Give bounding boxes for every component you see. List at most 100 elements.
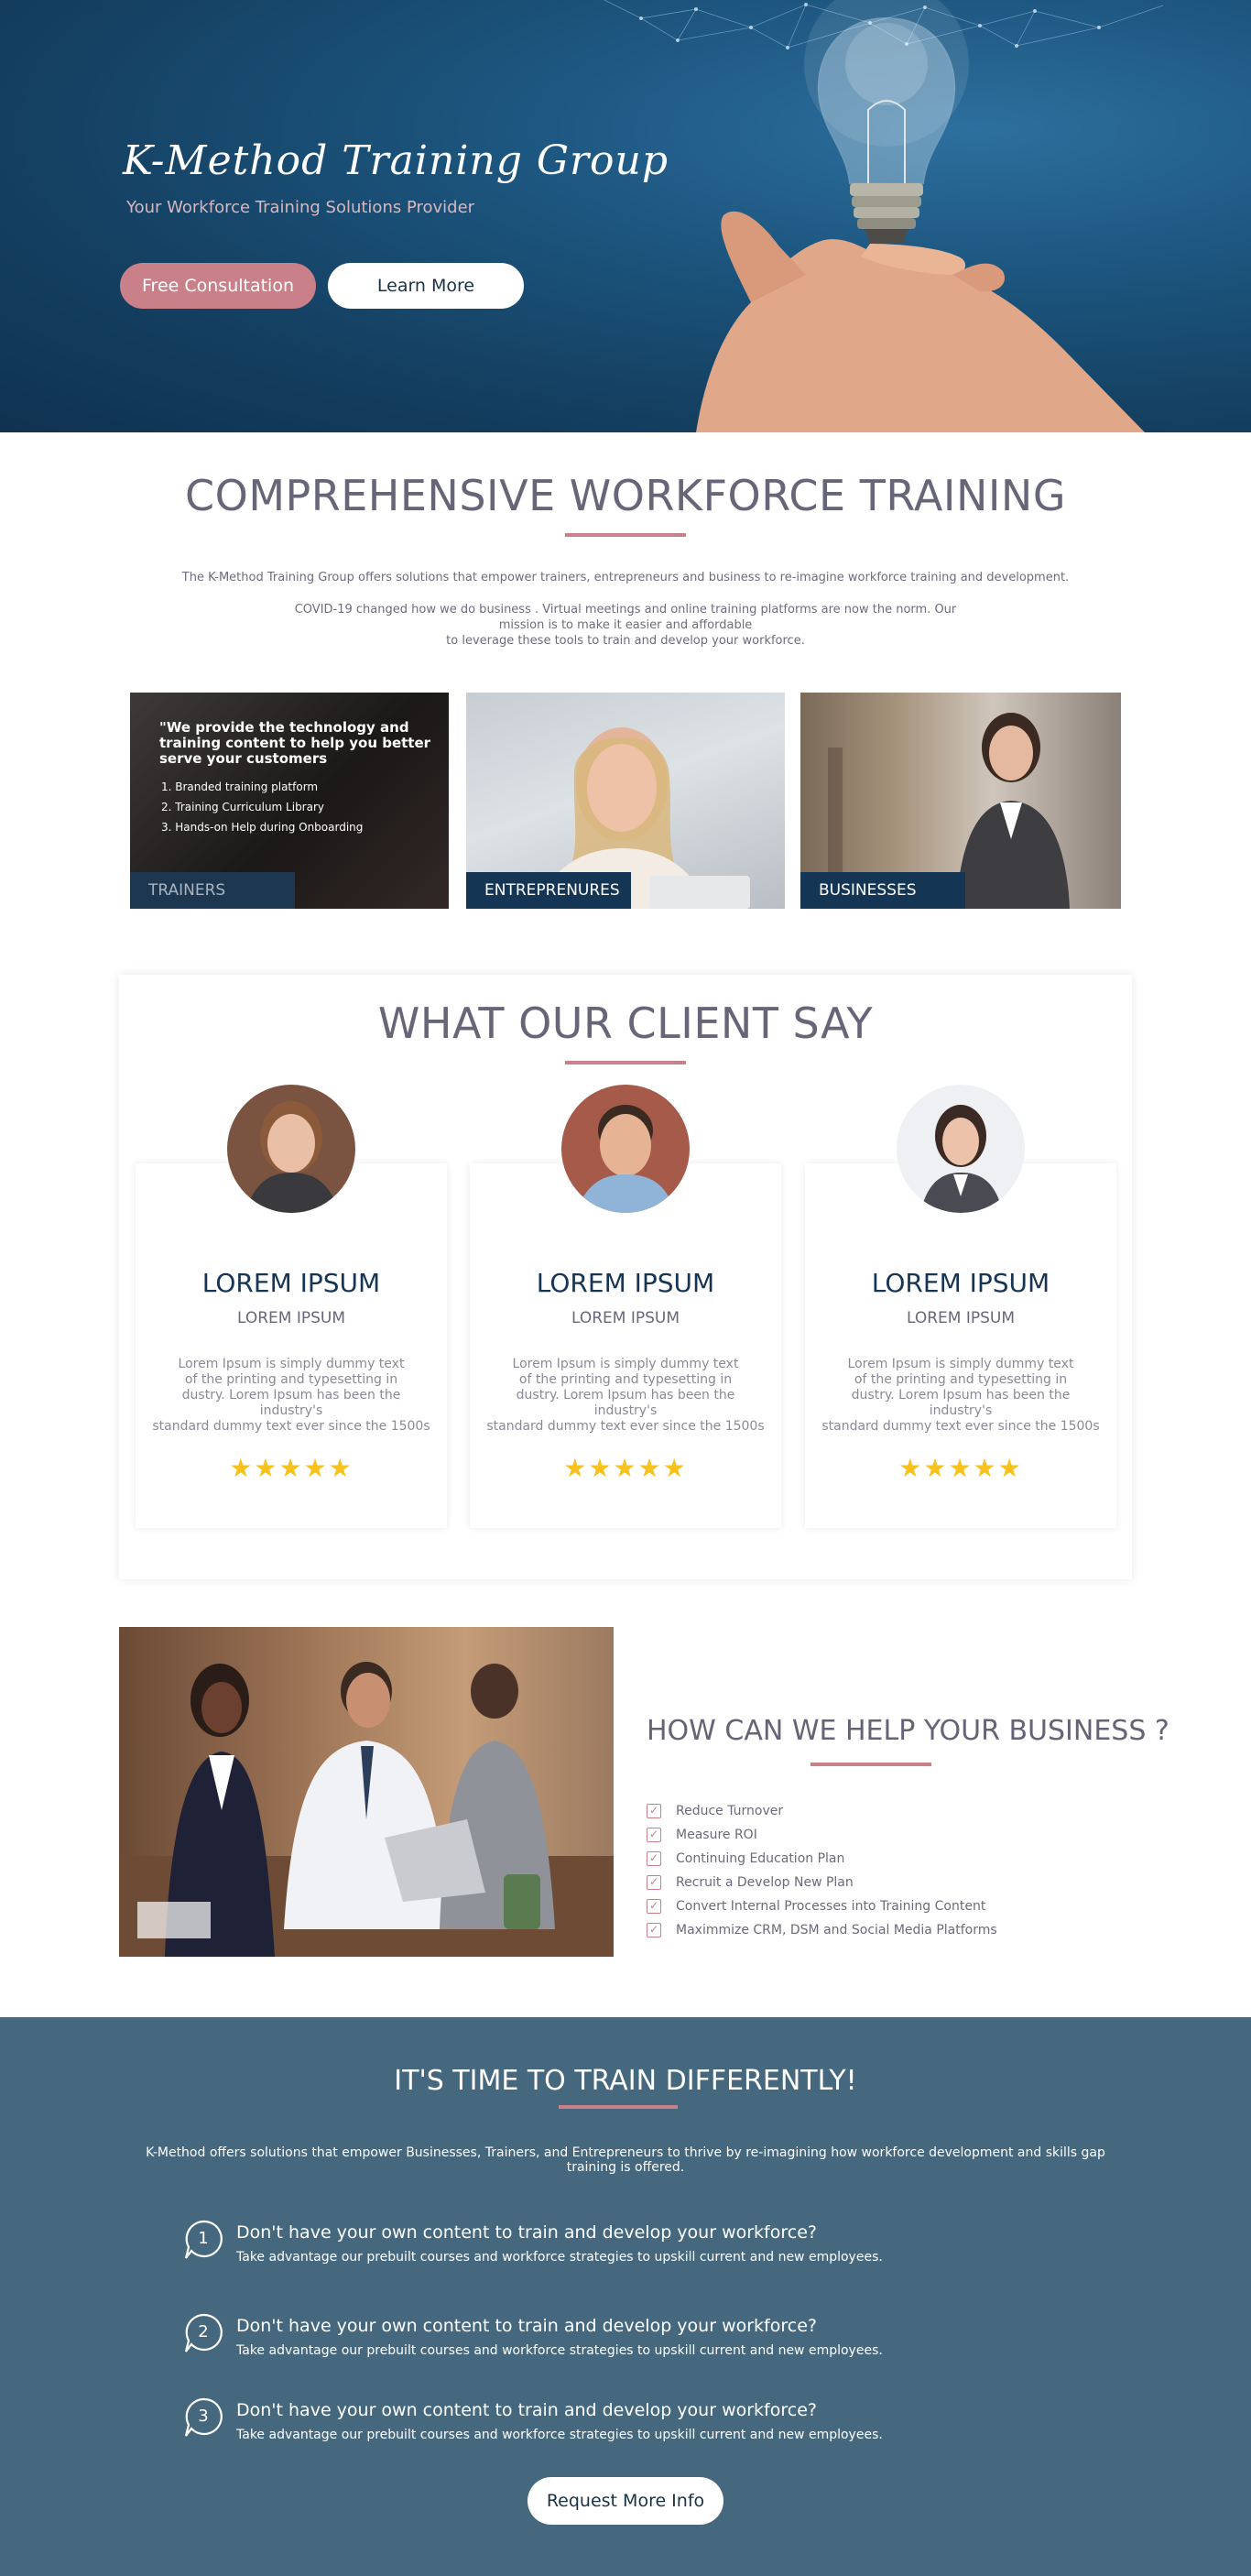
testimonial-text: Lorem Ipsum is simply dummy text of the …: [149, 1357, 433, 1435]
testimonial-line: dustry. Lorem Ipsum has been the industr…: [516, 1388, 735, 1418]
help-list-item: ✓ Measure ROI: [647, 1823, 997, 1847]
entreprenures-card[interactable]: ENTREPRENURES: [466, 693, 785, 909]
testimonial-role: LOREM IPSUM: [906, 1309, 1016, 1327]
check-icon: ✓: [647, 1828, 661, 1842]
avatar: [561, 1085, 690, 1213]
title-underline: [810, 1763, 931, 1766]
check-icon: ✓: [647, 1923, 661, 1937]
title-underline: [565, 533, 686, 537]
testimonial-card: LOREM IPSUM LOREM IPSUM Lorem Ipsum is s…: [805, 1085, 1116, 1528]
train-description: K-Method offers solutions that empower B…: [137, 2145, 1114, 2175]
help-item-label: Convert Internal Processes into Training…: [676, 1899, 986, 1914]
trainers-card[interactable]: "We provide the technology and training …: [130, 693, 449, 909]
free-consultation-button[interactable]: Free Consultation: [120, 263, 316, 309]
trainers-list-item: 1. Branded training platform: [161, 780, 319, 793]
testimonials-section: WHAT OUR CLIENT SAY LOREM IPSUM LOREM IP…: [119, 975, 1132, 1579]
help-item-label: Maximmize CRM, DSM and Social Media Plat…: [676, 1923, 997, 1937]
train-question: Don't have your own content to train and…: [236, 2222, 817, 2243]
trainers-list: 1. Branded training platform 2. Training…: [161, 780, 363, 841]
item-number: 3: [198, 2407, 209, 2426]
lightbulb-icon: [817, 16, 956, 244]
testimonial-line: of the printing and typesetting in: [518, 1372, 733, 1387]
star-rating: ★★★★★: [563, 1453, 688, 1483]
help-title: HOW CAN WE HELP YOUR BUSINESS ?: [647, 1715, 1169, 1747]
testimonial-line: Lorem Ipsum is simply dummy text: [847, 1357, 1074, 1371]
train-differently-section: IT'S TIME TO TRAIN DIFFERENTLY! K-Method…: [0, 2017, 1251, 2576]
testimonial-line: standard dummy text ever since the 1500s: [821, 1419, 1100, 1434]
testimonial-card: LOREM IPSUM LOREM IPSUM Lorem Ipsum is s…: [470, 1085, 781, 1528]
help-list-item: ✓ Maximmize CRM, DSM and Social Media Pla…: [647, 1918, 997, 1942]
testimonial-line: of the printing and typesetting in: [854, 1372, 1068, 1387]
avatar: [897, 1085, 1025, 1213]
entreprenures-label: ENTREPRENURES: [466, 872, 631, 909]
help-list: ✓ Reduce Turnover ✓ Measure ROI ✓ Continuin…: [647, 1799, 997, 1942]
hero-banner: K-Method Training Group Your Workforce T…: [0, 0, 1251, 432]
testimonial-line: Lorem Ipsum is simply dummy text: [178, 1357, 405, 1371]
hand-graphic: [696, 211, 1145, 432]
star-rating: ★★★★★: [229, 1453, 354, 1483]
trainers-label: TRAINERS: [130, 872, 295, 909]
check-icon: ✓: [647, 1875, 661, 1890]
testimonial-card: LOREM IPSUM LOREM IPSUM Lorem Ipsum is s…: [136, 1085, 447, 1528]
mission-line-1: COVID-19 changed how we do business . Vi…: [294, 603, 957, 632]
trainers-list-item: 2. Training Curriculum Library: [161, 801, 325, 813]
comprehensive-title: COMPREHENSIVE WORKFORCE TRAINING: [185, 471, 1066, 520]
check-icon: ✓: [647, 1804, 661, 1818]
train-question: Don't have your own content to train and…: [236, 2316, 817, 2336]
testimonial-text: Lorem Ipsum is simply dummy text of the …: [819, 1357, 1103, 1435]
help-item-label: Reduce Turnover: [676, 1804, 784, 1818]
hero-subtitle: Your Workforce Training Solutions Provid…: [126, 198, 475, 217]
audience-cards: "We provide the technology and training …: [0, 693, 1251, 909]
trainers-list-item: 3. Hands-on Help during Onboarding: [161, 821, 364, 834]
star-rating: ★★★★★: [898, 1453, 1023, 1483]
comprehensive-section: COMPREHENSIVE WORKFORCE TRAINING The K-M…: [0, 432, 1251, 909]
train-title: IT'S TIME TO TRAIN DIFFERENTLY!: [394, 2065, 857, 2097]
check-icon: ✓: [647, 1899, 661, 1914]
testimonial-line: Lorem Ipsum is simply dummy text: [512, 1357, 739, 1371]
speech-bubble-icon: 3: [183, 2396, 225, 2439]
check-icon: ✓: [647, 1851, 661, 1866]
title-underline: [565, 1061, 686, 1064]
testimonial-line: of the printing and typesetting in: [184, 1372, 398, 1387]
testimonials-title: WHAT OUR CLIENT SAY: [377, 999, 874, 1048]
testimonial-name: LOREM IPSUM: [871, 1268, 1050, 1298]
trainers-quote: "We provide the technology and training …: [159, 719, 431, 767]
comprehensive-mission: COVID-19 changed how we do business . Vi…: [0, 602, 1251, 649]
testimonial-text: Lorem Ipsum is simply dummy text of the …: [484, 1357, 767, 1435]
testimonial-line: standard dummy text ever since the 1500s: [152, 1419, 430, 1434]
train-description-line: K-Method offers solutions that empower B…: [146, 2145, 1105, 2160]
train-answer: Take advantage our prebuilt courses and …: [236, 2428, 883, 2442]
help-section: HOW CAN WE HELP YOUR BUSINESS ? ✓ Reduce …: [0, 1579, 1251, 2017]
title-underline: [559, 2105, 678, 2109]
testimonial-role: LOREM IPSUM: [571, 1309, 680, 1327]
businesses-card[interactable]: BUSINESSES: [800, 693, 1121, 909]
business-meeting-photo: [119, 1627, 614, 1957]
help-item-label: Continuing Education Plan: [676, 1851, 845, 1866]
help-list-item: ✓ Reduce Turnover: [647, 1799, 997, 1823]
item-number: 2: [198, 2322, 209, 2341]
train-description-line: training is offered.: [566, 2160, 685, 2175]
help-item-label: Recruit a Develop New Plan: [676, 1875, 854, 1890]
avatar: [227, 1085, 355, 1213]
testimonial-name: LOREM IPSUM: [201, 1268, 381, 1298]
help-list-item: ✓ Recruit a Develop New Plan: [647, 1871, 997, 1894]
testimonial-name: LOREM IPSUM: [536, 1268, 715, 1298]
help-list-item: ✓ Convert Internal Processes into Trainin…: [647, 1894, 997, 1918]
request-more-info-button[interactable]: Request More Info: [528, 2477, 723, 2525]
mission-line-2: to leverage these tools to train and dev…: [446, 634, 805, 648]
speech-bubble-icon: 1: [183, 2219, 225, 2261]
train-answer: Take advantage our prebuilt courses and …: [236, 2250, 883, 2265]
comprehensive-intro: The K-Method Training Group offers solut…: [181, 571, 1070, 584]
businesses-label: BUSINESSES: [800, 872, 965, 909]
testimonial-line: dustry. Lorem Ipsum has been the industr…: [181, 1388, 401, 1418]
testimonial-role: LOREM IPSUM: [236, 1309, 346, 1327]
help-item-label: Measure ROI: [676, 1828, 757, 1842]
train-question: Don't have your own content to train and…: [236, 2400, 817, 2420]
speech-bubble-icon: 2: [183, 2312, 225, 2354]
hero-title: K-Method Training Group: [123, 137, 669, 184]
testimonial-line: standard dummy text ever since the 1500s: [486, 1419, 765, 1434]
learn-more-button[interactable]: Learn More: [328, 263, 524, 309]
train-answer: Take advantage our prebuilt courses and …: [236, 2343, 883, 2358]
help-list-item: ✓ Continuing Education Plan: [647, 1847, 997, 1871]
testimonial-line: dustry. Lorem Ipsum has been the industr…: [851, 1388, 1071, 1418]
